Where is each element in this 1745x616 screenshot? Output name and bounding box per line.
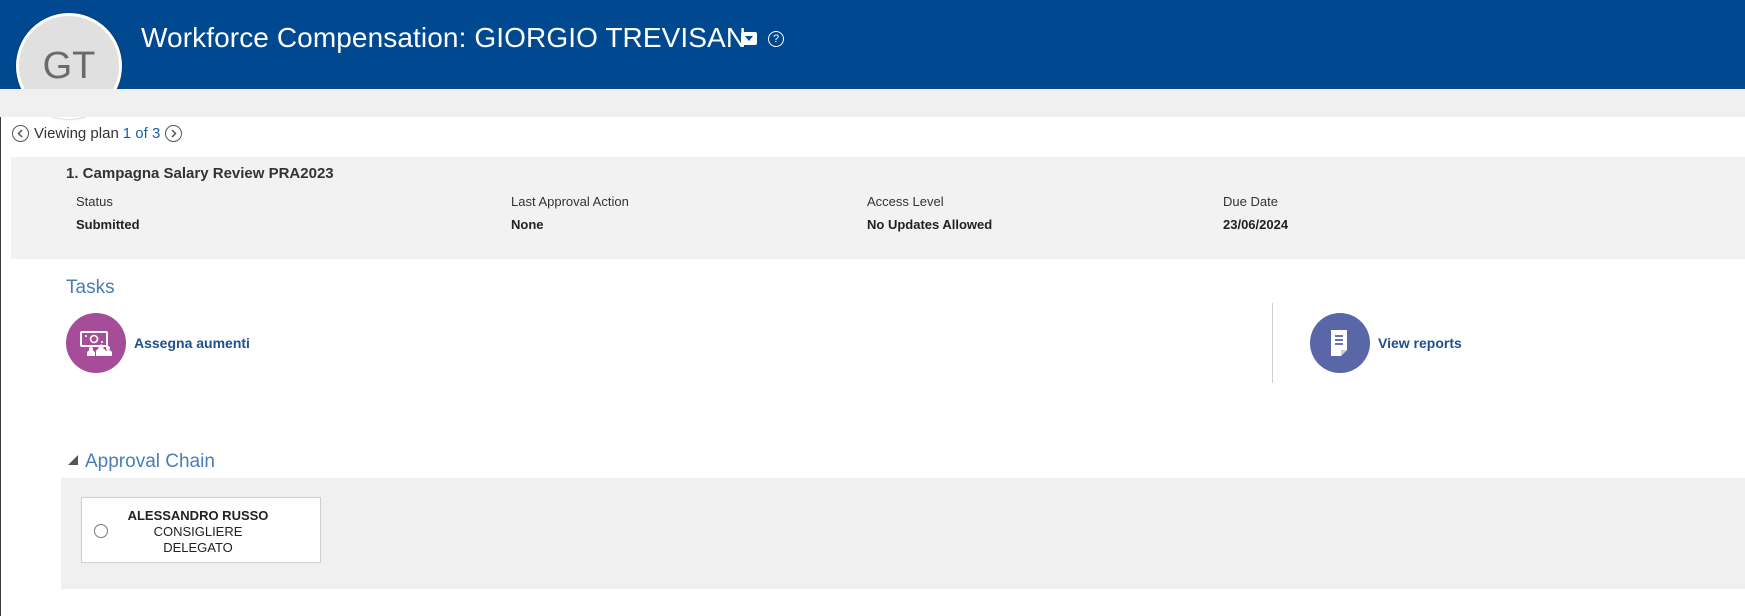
due-date-label: Due Date [1223,194,1278,209]
view-reports-link[interactable]: View reports [1378,335,1462,351]
chevron-right-icon [171,129,177,138]
plan-title: 1. Campagna Salary Review PRA2023 [66,165,334,182]
approval-chain-heading[interactable]: Approval Chain [85,451,215,473]
plan-summary-panel: 1. Campagna Salary Review PRA2023 Status… [11,157,1745,259]
last-approval-action-value: None [511,217,544,232]
plan-navigator: Viewing plan 1 of 3 [12,125,183,147]
due-date-value: 23/06/2024 [1223,217,1289,232]
page-header: Workforce Compensation: GIORGIO TREVISAN… [0,0,1745,89]
header-band [0,89,1745,117]
chevron-left-icon [17,129,23,138]
salary-payment-icon[interactable] [66,313,126,373]
report-document-icon[interactable] [1310,313,1370,373]
viewing-plan-label: Viewing plan [34,125,119,143]
tasks-divider [1272,303,1273,383]
approver-card[interactable]: ALESSANDRO RUSSO CONSIGLIERE DELEGATO [81,497,321,563]
next-plan-button[interactable] [165,125,183,143]
access-level-value: No Updates Allowed [867,217,993,232]
approver-radio-button[interactable] [94,524,108,538]
page-title: Workforce Compensation: GIORGIO TREVISAN [141,22,747,53]
approval-chain-panel: ALESSANDRO RUSSO CONSIGLIERE DELEGATO [61,478,1745,589]
access-level-label: Access Level [867,194,944,209]
approver-name: ALESSANDRO RUSSO [127,508,269,523]
assegna-aumenti-link[interactable]: Assegna aumenti [134,335,250,351]
task-view-reports[interactable]: View reports [1310,313,1462,373]
task-assegna-aumenti[interactable]: Assegna aumenti [66,313,250,373]
approver-title-line1: CONSIGLIERE [153,524,243,539]
title-dropdown-icon[interactable] [741,32,757,45]
status-label: Status [76,194,113,209]
status-value: Submitted [76,217,140,232]
tasks-heading: Tasks [66,277,115,298]
collapse-triangle-icon[interactable] [68,455,78,465]
last-approval-action-label: Last Approval Action [511,194,629,209]
plan-count: 1 of 3 [122,125,161,143]
help-icon[interactable]: ? [768,31,784,47]
previous-plan-button[interactable] [12,125,29,143]
approver-title-line2: DELEGATO [163,540,233,555]
approver-details: ALESSANDRO RUSSO CONSIGLIERE DELEGATO [118,508,278,556]
